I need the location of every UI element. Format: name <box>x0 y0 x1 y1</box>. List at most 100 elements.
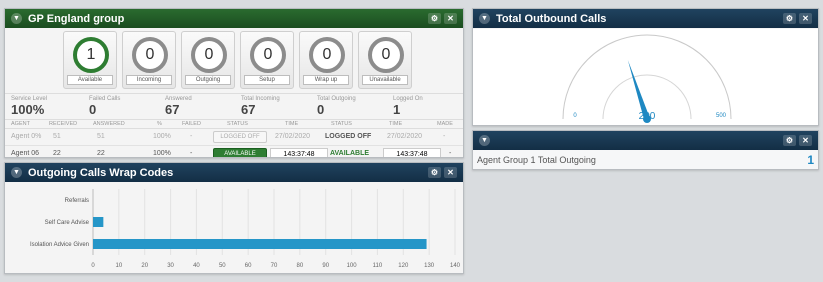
status-text: AVAILABLE <box>330 150 370 157</box>
status-setup[interactable]: 0 Setup <box>240 31 294 89</box>
stat-value: 0 <box>89 102 97 117</box>
settings-icon[interactable]: ⚙ <box>428 13 441 24</box>
x-tick-label: 50 <box>219 263 226 269</box>
status-text: LOGGED OFF <box>325 133 372 140</box>
x-tick-label: 120 <box>398 263 409 269</box>
category-label: Self Care Advise <box>45 220 90 226</box>
failed: - <box>190 133 193 140</box>
status-circles: 1 Available 0 Incoming 0 Outgoing 0 Setu… <box>63 31 412 89</box>
stat-service-level: Service Level 100% <box>11 96 47 117</box>
stat-value: 100% <box>11 102 45 117</box>
chevron-down-icon[interactable]: ▼ <box>11 167 22 178</box>
status-count: 0 <box>309 37 345 73</box>
time: 27/02/2020 <box>387 133 423 140</box>
status-count: 0 <box>191 37 227 73</box>
settings-icon[interactable]: ⚙ <box>783 135 796 146</box>
x-tick-label: 70 <box>271 263 278 269</box>
settings-icon[interactable]: ⚙ <box>428 167 441 178</box>
column-header: MADE <box>437 121 453 127</box>
x-tick-label: 20 <box>141 263 148 269</box>
x-tick-label: 90 <box>322 263 329 269</box>
bar[interactable] <box>93 217 104 227</box>
x-tick-label: 10 <box>116 263 123 269</box>
stat-answered: Answered 67 <box>165 96 192 117</box>
percent: 100% <box>153 133 171 140</box>
panel-header: ▼ ⚙ ✕ <box>473 131 818 150</box>
status-wrap-up[interactable]: 0 Wrap up <box>299 31 353 89</box>
total-outbound-panel: ▼ Total Outbound Calls ⚙ ✕ 0 200 500 <box>472 8 819 126</box>
agent-group-label: Agent Group 1 Total Outgoing <box>477 155 596 165</box>
status-label: Wrap up <box>303 75 349 85</box>
chevron-down-icon[interactable]: ▼ <box>479 13 490 24</box>
settings-icon[interactable]: ⚙ <box>783 13 796 24</box>
status-label: Available <box>67 75 113 85</box>
close-icon[interactable]: ✕ <box>444 13 457 24</box>
x-tick-label: 40 <box>193 263 200 269</box>
category-label: Referrals <box>65 198 89 204</box>
agent-group-panel: ▼ ⚙ ✕ Agent Group 1 Total Outgoing 1 <box>472 130 819 170</box>
x-tick-label: 0 <box>91 263 95 269</box>
table-row[interactable]: Agent 0% 51 51 100% - LOGGED OFF 27/02/2… <box>5 129 463 146</box>
column-header: TIME <box>389 121 403 127</box>
panel-title: Total Outbound Calls <box>496 12 607 25</box>
gauge-value-label: 200 <box>639 111 656 122</box>
x-tick-label: 30 <box>167 263 174 269</box>
wrap-codes-panel: ▼ Outgoing Calls Wrap Codes ⚙ ✕ 0 10 20 30 4… <box>4 162 464 274</box>
close-icon[interactable]: ✕ <box>444 167 457 178</box>
column-header: TIME <box>285 121 299 127</box>
status-incoming[interactable]: 0 Incoming <box>122 31 176 89</box>
stat-value: 1 <box>393 102 401 117</box>
time: 143:37:48 <box>270 148 328 157</box>
column-header: ANSWERED <box>93 121 125 127</box>
outbound-gauge: 0 200 500 <box>473 29 818 125</box>
x-tick-label: 80 <box>297 263 304 269</box>
time: 143:37:48 <box>383 148 441 157</box>
table-row[interactable]: Agent 06 22 22 100% - AVAILABLE 143:37:4… <box>5 146 463 157</box>
received: 51 <box>53 133 61 140</box>
close-icon[interactable]: ✕ <box>799 135 812 146</box>
made: - <box>443 133 446 140</box>
close-icon[interactable]: ✕ <box>799 13 812 24</box>
bar[interactable] <box>93 239 427 249</box>
panel-header: ▼ Total Outbound Calls ⚙ ✕ <box>473 9 818 28</box>
chevron-down-icon[interactable]: ▼ <box>11 13 22 24</box>
status-outgoing[interactable]: 0 Outgoing <box>181 31 235 89</box>
column-header: STATUS <box>227 121 248 127</box>
gauge-min-label: 0 <box>573 113 577 119</box>
stat-value: 0 <box>317 102 325 117</box>
gp-england-group-panel: ▼ GP England group ⚙ ✕ 1 Available 0 Inc… <box>4 8 464 158</box>
list-item: Agent Group 1 Total Outgoing 1 <box>477 153 814 167</box>
stat-total-incoming: Total Incoming 67 <box>241 96 280 117</box>
agent-table-header: AGENT RECEIVED ANSWERED % FAILED STATUS … <box>5 119 463 129</box>
gauge-max-label: 500 <box>716 113 727 119</box>
status-available[interactable]: 1 Available <box>63 31 117 89</box>
x-tick-label: 140 <box>450 263 461 269</box>
gauge-outer-arc <box>562 34 732 120</box>
x-tick-label: 130 <box>424 263 435 269</box>
x-tick-label: 60 <box>245 263 252 269</box>
wrap-codes-chart: 0 10 20 30 40 50 60 70 80 90 100 110 120 130 140 Referr… <box>30 189 461 269</box>
chevron-down-icon[interactable]: ▼ <box>479 135 490 146</box>
agent-name: Agent 0% <box>11 133 42 140</box>
status-count: 0 <box>368 37 404 73</box>
status-count: 0 <box>250 37 286 73</box>
received: 22 <box>53 150 61 157</box>
x-tick-label: 100 <box>347 263 358 269</box>
stat-value: 67 <box>165 102 180 117</box>
status-label: Unavailable <box>362 75 408 85</box>
status-label: Outgoing <box>185 75 231 85</box>
stat-failed-calls: Failed Calls 0 <box>89 96 120 117</box>
column-header: % <box>157 121 162 127</box>
status-unavailable[interactable]: 0 Unavailable <box>358 31 412 89</box>
time: 27/02/2020 <box>275 133 311 140</box>
status-count: 1 <box>73 37 109 73</box>
column-header: STATUS <box>331 121 352 127</box>
column-header: FAILED <box>182 121 201 127</box>
percent: 100% <box>153 150 171 157</box>
status-count: 0 <box>132 37 168 73</box>
category-label: Isolation Advice Given <box>30 242 89 248</box>
agent-group-value: 1 <box>807 153 814 167</box>
column-header: AGENT <box>11 121 30 127</box>
stat-total-outgoing: Total Outgoing 0 <box>317 96 356 117</box>
column-header: RECEIVED <box>49 121 78 127</box>
